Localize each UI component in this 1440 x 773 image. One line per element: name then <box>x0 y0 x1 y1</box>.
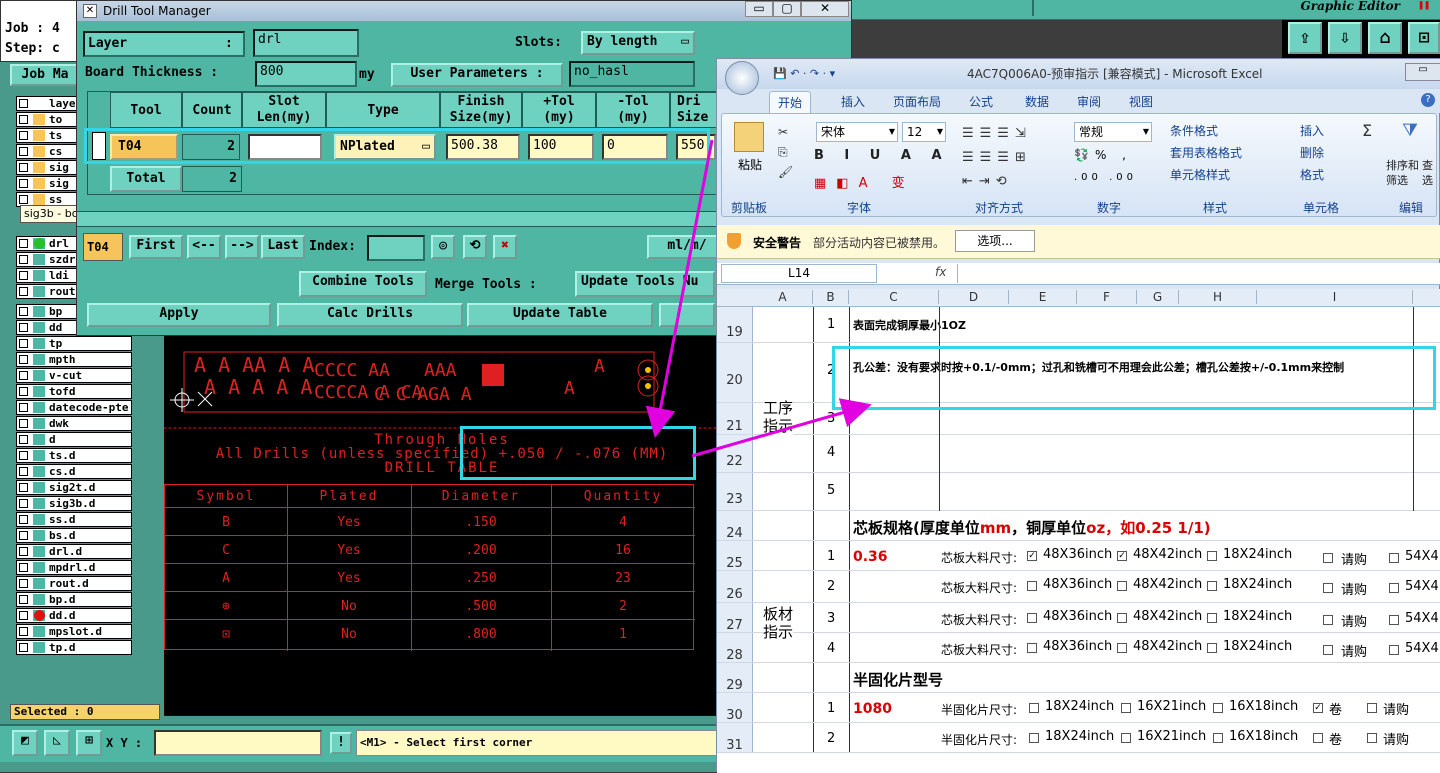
arrow-table-to-excel <box>691 398 872 458</box>
arrow-row-to-table <box>645 139 714 438</box>
annotation-arrows <box>645 139 872 458</box>
